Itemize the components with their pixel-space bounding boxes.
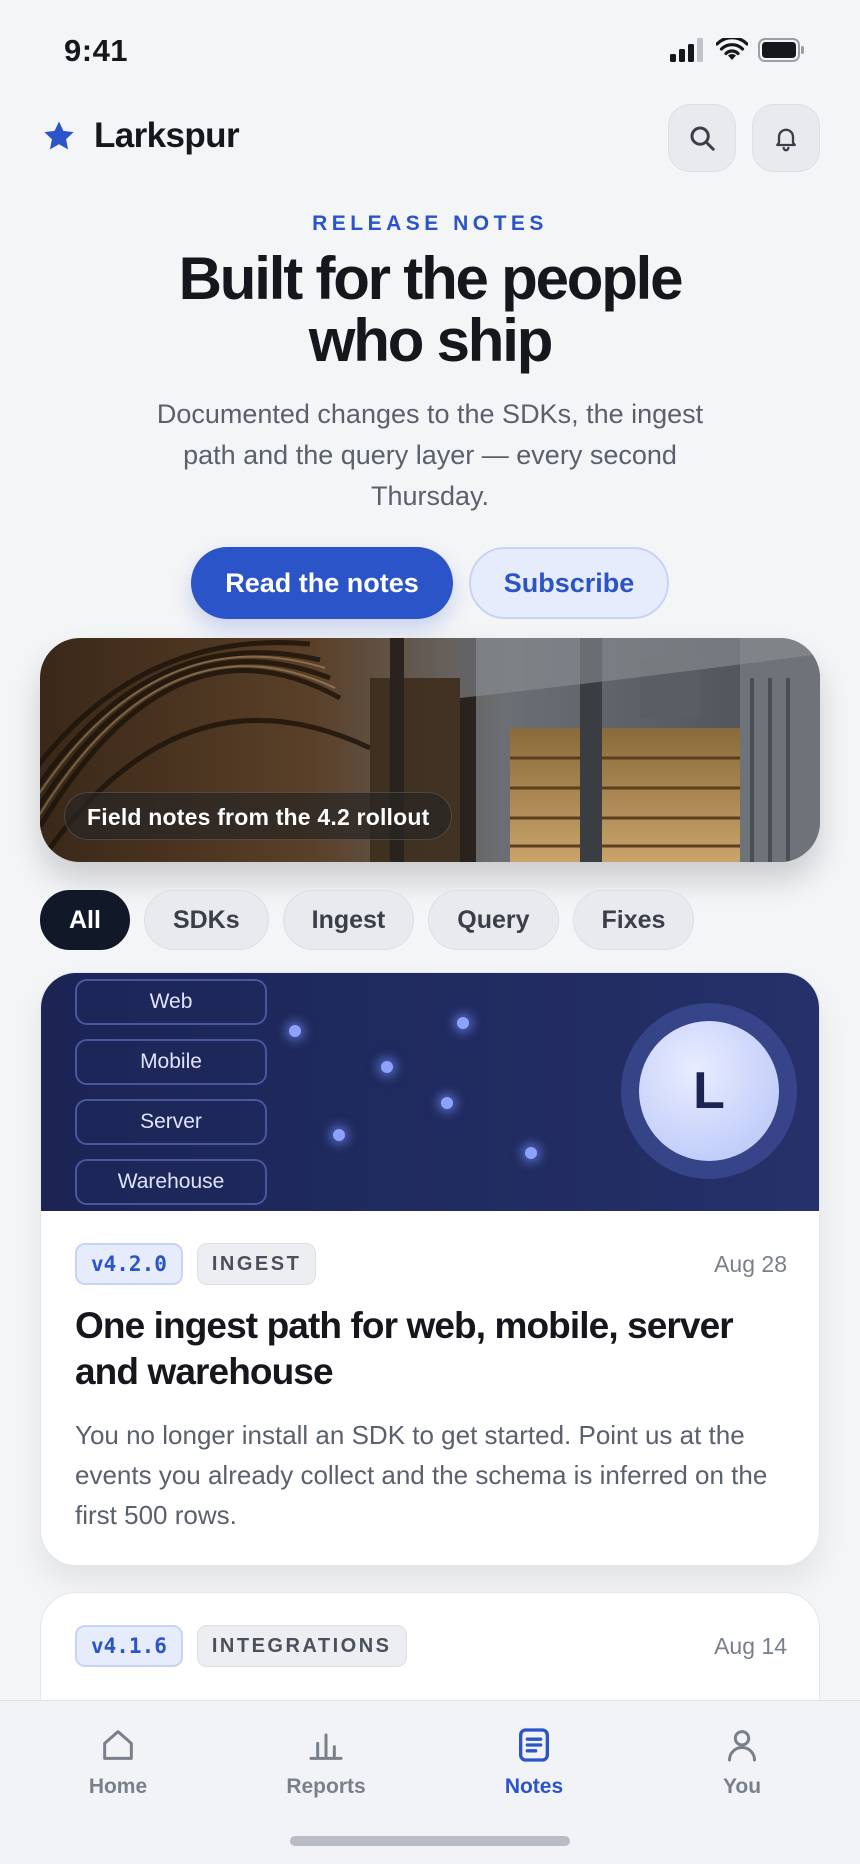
- particle-dot: [289, 1025, 301, 1037]
- bell-icon: [776, 128, 796, 152]
- hero-section: RELEASE NOTES Built for the people who s…: [0, 200, 860, 619]
- person-icon: [728, 1730, 756, 1762]
- chip-all[interactable]: All: [40, 890, 130, 950]
- post-title[interactable]: One ingest path for web, mobile, server …: [75, 1303, 787, 1395]
- card-meta: v4.1.6 INTEGRATIONS Aug 14: [75, 1625, 787, 1667]
- source-pill-warehouse: Warehouse: [75, 1159, 267, 1205]
- battery-icon: [758, 38, 804, 62]
- category-badge: INTEGRATIONS: [196, 1625, 407, 1667]
- source-pill-server: Server: [75, 1099, 267, 1145]
- signal-icon: [670, 38, 703, 62]
- nav-you-label: You: [722, 1775, 762, 1798]
- particle-dot: [457, 1017, 469, 1029]
- notifications-button[interactable]: [752, 104, 820, 172]
- status-icons: [670, 38, 806, 62]
- status-time: 9:41: [64, 33, 129, 68]
- hero-title: Built for the people who ship: [178, 245, 684, 374]
- cta-row: Read the notes Subscribe: [0, 547, 860, 619]
- search-button[interactable]: [668, 104, 736, 172]
- particle-dot: [381, 1061, 393, 1073]
- post-date: Aug 14: [714, 1632, 787, 1659]
- chip-ingest[interactable]: Ingest: [282, 890, 415, 950]
- card-meta: v4.2.0 INGEST Aug 28: [75, 1243, 787, 1285]
- app-header: Larkspur: [0, 100, 860, 180]
- orb-avatar: L: [639, 1021, 779, 1161]
- eyebrow-label: RELEASE NOTES: [312, 212, 548, 235]
- status-bar: 9:41: [0, 0, 860, 100]
- nav-reports[interactable]: Reports: [251, 1721, 401, 1799]
- release-card[interactable]: Web Mobile Server Warehouse L v4.2.0 ING…: [40, 972, 820, 1566]
- post-body: You no longer install an SDK to get star…: [75, 1420, 768, 1530]
- chip-sdks[interactable]: SDKs: [143, 890, 269, 950]
- wifi-icon: [716, 38, 748, 60]
- card-body: v4.2.0 INGEST Aug 28 One ingest path for…: [75, 1243, 787, 1535]
- filter-chips: All SDKs Ingest Query Fixes: [40, 890, 695, 950]
- banner-caption: Field notes from the 4.2 rollout: [64, 792, 453, 840]
- feature-banner[interactable]: Field notes from the 4.2 rollout: [40, 638, 820, 862]
- post-date: Aug 28: [714, 1250, 787, 1277]
- home-indicator[interactable]: [290, 1836, 570, 1846]
- read-notes-button[interactable]: Read the notes: [191, 547, 453, 619]
- chip-fixes[interactable]: Fixes: [572, 890, 695, 950]
- version-badge: v4.1.6: [75, 1625, 183, 1667]
- particle-dot: [333, 1129, 345, 1141]
- nav-notes[interactable]: Notes: [459, 1721, 609, 1799]
- card-illustration: Web Mobile Server Warehouse L: [41, 973, 819, 1211]
- brand[interactable]: Larkspur: [42, 116, 240, 156]
- nav-home[interactable]: Home: [43, 1721, 193, 1799]
- particle-dot: [525, 1147, 537, 1159]
- source-pill-mobile: Mobile: [75, 1039, 267, 1085]
- nav-notes-label: Notes: [504, 1775, 564, 1798]
- hero-subtitle: Documented changes to the SDKs, the inge…: [156, 399, 704, 511]
- source-pill-web: Web: [75, 979, 267, 1025]
- search-icon: [690, 126, 715, 151]
- star-logo-icon: [44, 121, 74, 150]
- version-badge: v4.2.0: [75, 1243, 183, 1285]
- notes-icon: [519, 1728, 549, 1762]
- bar-chart-icon: [309, 1733, 343, 1760]
- particle-dot: [441, 1097, 453, 1109]
- brand-name: Larkspur: [94, 116, 240, 155]
- category-badge: INGEST: [196, 1243, 317, 1285]
- chip-query[interactable]: Query: [428, 890, 559, 950]
- subscribe-button[interactable]: Subscribe: [469, 547, 669, 619]
- nav-you[interactable]: You: [667, 1721, 817, 1799]
- nav-home-label: Home: [88, 1775, 148, 1798]
- nav-reports-label: Reports: [286, 1775, 366, 1798]
- home-icon: [103, 1730, 133, 1760]
